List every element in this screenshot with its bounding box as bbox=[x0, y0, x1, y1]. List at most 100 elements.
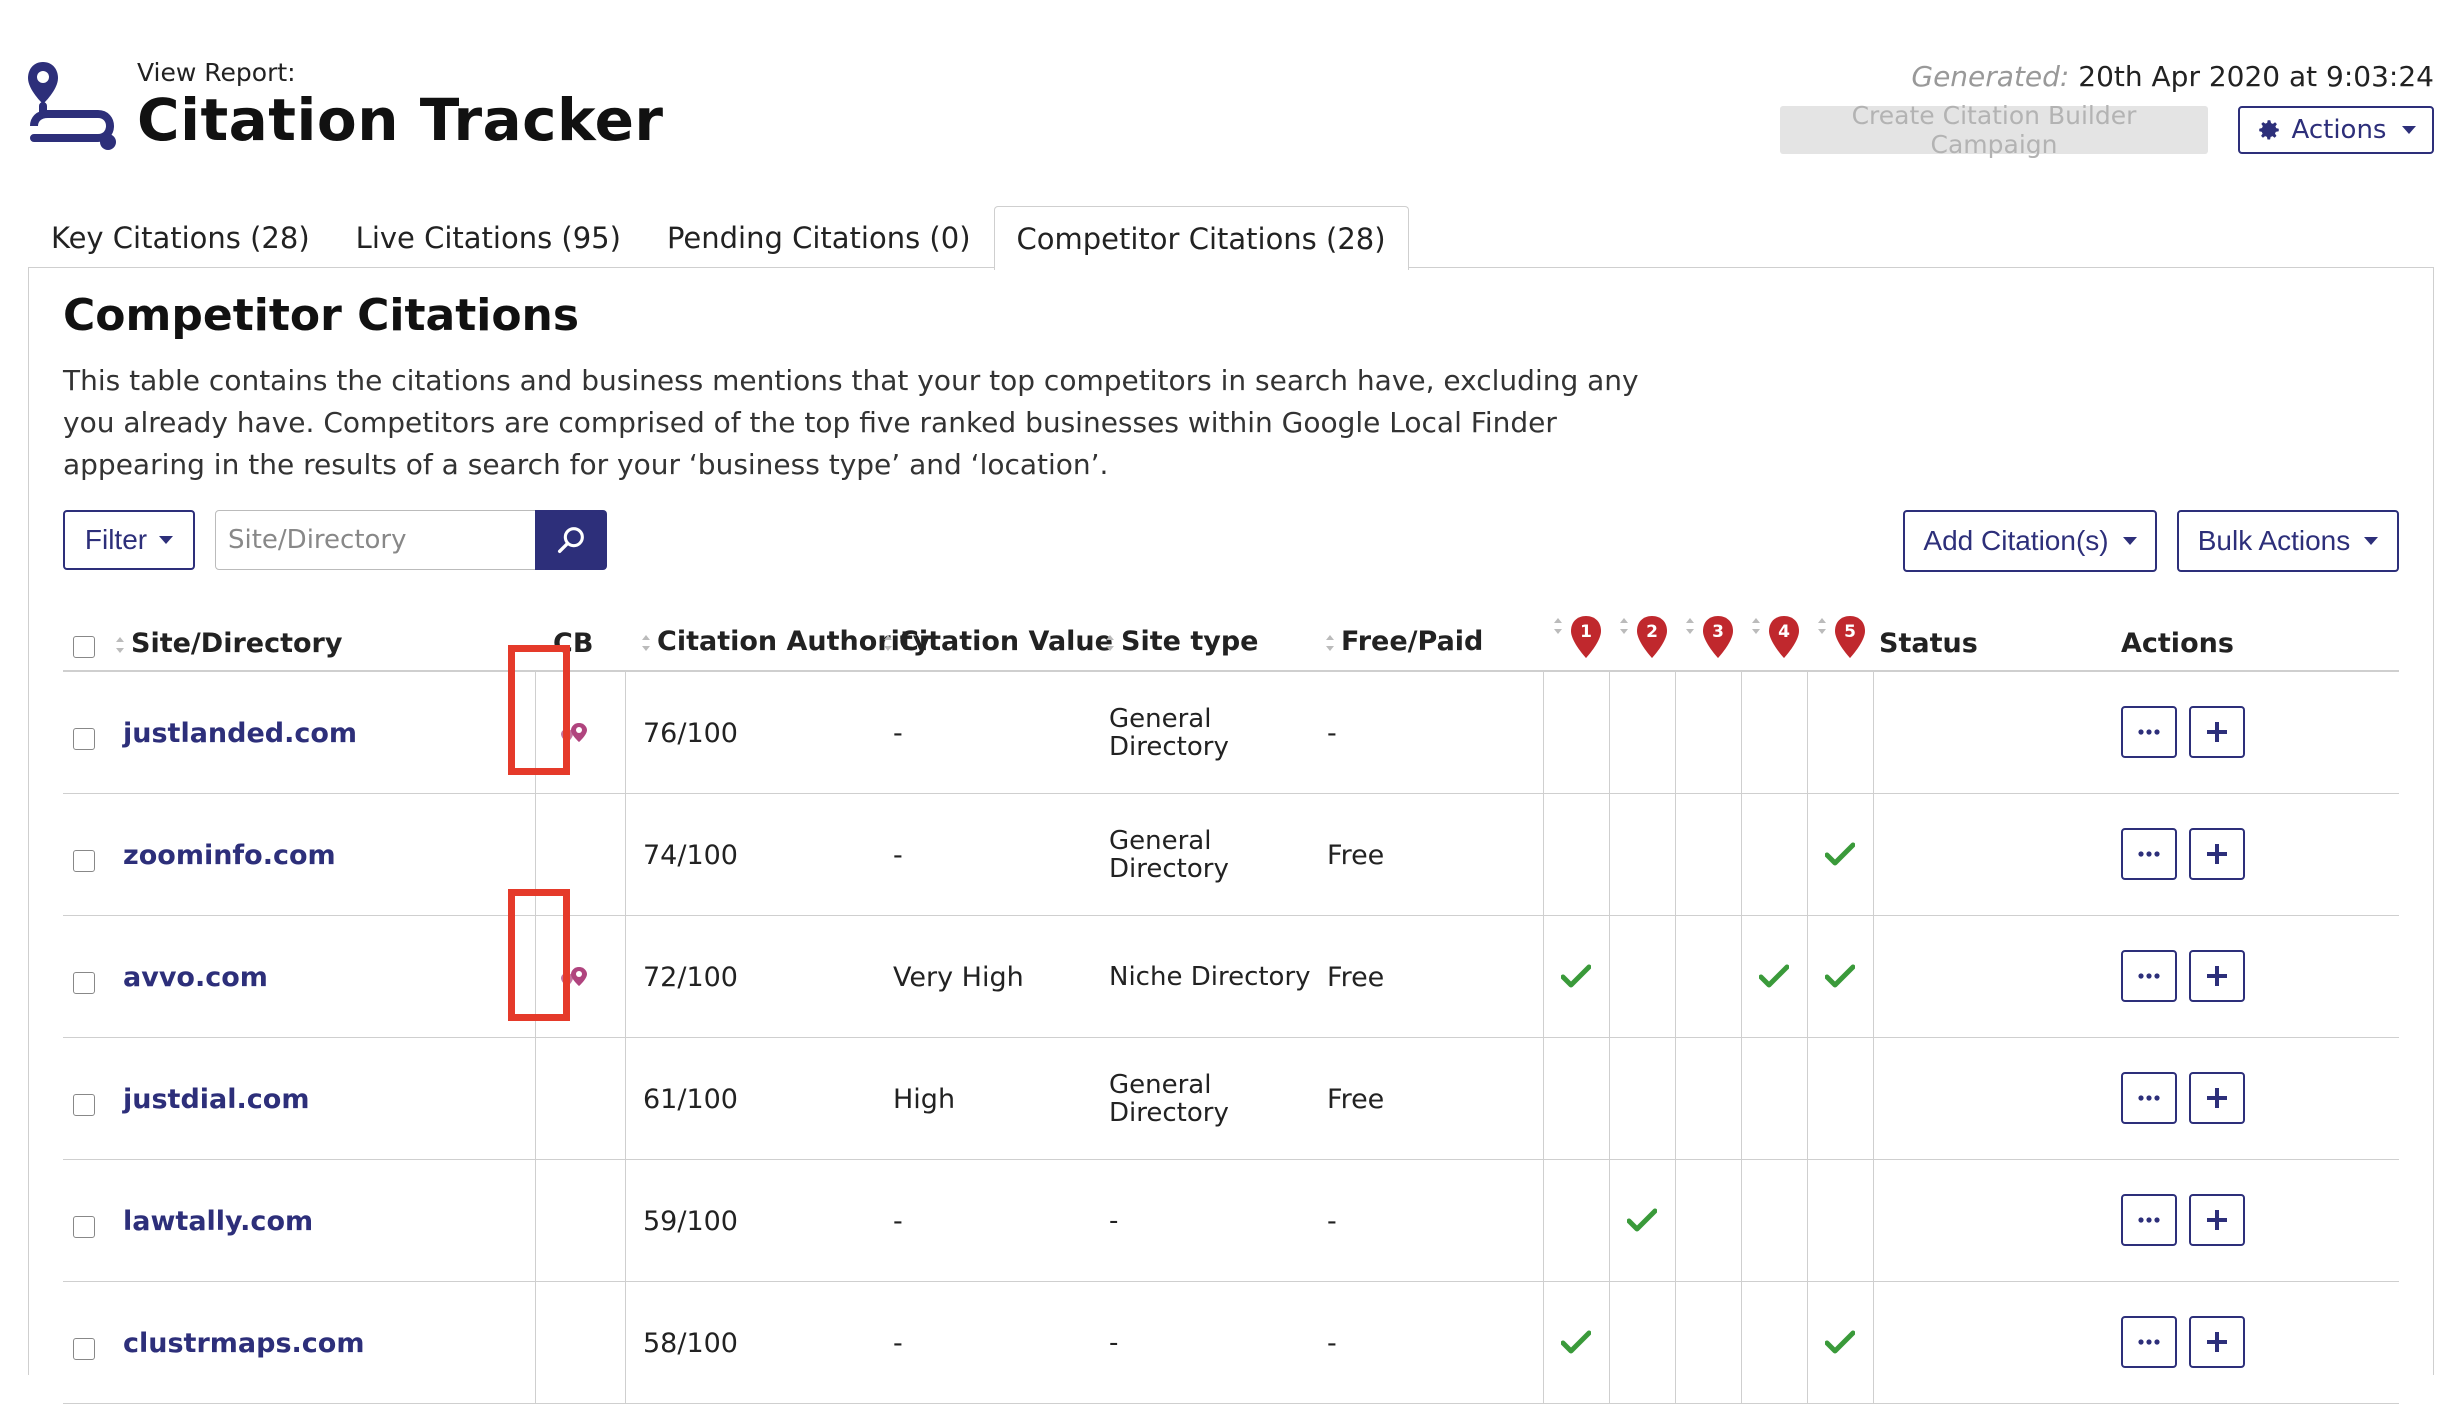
cb-cell bbox=[559, 916, 589, 1038]
sort-icon[interactable] bbox=[1817, 618, 1827, 634]
column-divider bbox=[1741, 794, 1742, 916]
site-type-line: - bbox=[1109, 1328, 1119, 1358]
tab-key-citations[interactable]: Key Citations (28) bbox=[28, 206, 333, 268]
site-link[interactable]: justlanded.com bbox=[123, 718, 357, 749]
location-pins-icon[interactable] bbox=[559, 721, 589, 745]
header-status: Status bbox=[1879, 628, 1978, 659]
column-divider bbox=[1873, 794, 1874, 916]
filter-label: Filter bbox=[84, 524, 148, 555]
value-cell: High bbox=[893, 1083, 956, 1115]
add-button[interactable] bbox=[2189, 706, 2245, 758]
checkmark-icon bbox=[1561, 964, 1591, 988]
row-checkbox[interactable] bbox=[73, 850, 95, 872]
add-citation-button[interactable]: Add Citation(s) bbox=[1903, 510, 2157, 572]
competitor-pin-5-icon: 5 bbox=[1835, 616, 1865, 658]
row-checkbox[interactable] bbox=[73, 728, 95, 750]
sort-icon[interactable] bbox=[1751, 618, 1761, 634]
filter-button[interactable]: Filter bbox=[63, 510, 195, 570]
authority-cell: 74/100 bbox=[643, 839, 738, 871]
sort-icon[interactable] bbox=[1685, 618, 1695, 634]
sort-icon[interactable] bbox=[1619, 618, 1629, 634]
tab-competitor-citations[interactable]: Competitor Citations (28) bbox=[993, 206, 1409, 270]
checkmark-icon bbox=[1825, 1330, 1855, 1354]
header-site[interactable]: Site/Directory bbox=[115, 628, 342, 659]
checkmark-icon bbox=[1825, 964, 1855, 988]
column-divider bbox=[535, 1160, 536, 1282]
more-options-button[interactable] bbox=[2121, 706, 2177, 758]
column-divider bbox=[1543, 794, 1544, 916]
generated-value: 20th Apr 2020 at 9:03:24 bbox=[2078, 60, 2434, 93]
site-link[interactable]: avvo.com bbox=[123, 962, 268, 993]
site-type-line: Directory bbox=[1109, 854, 1229, 884]
tab-pending-citations[interactable]: Pending Citations (0) bbox=[644, 206, 994, 268]
competitor-pin-1-icon: 1 bbox=[1571, 616, 1601, 658]
site-type-cell: Niche Directory bbox=[1109, 916, 1311, 1038]
header-free-paid[interactable]: Free/Paid bbox=[1325, 626, 1483, 657]
bulk-actions-button[interactable]: Bulk Actions bbox=[2177, 510, 2399, 572]
table-row: justlanded.com 76/100 - General Directory… bbox=[63, 672, 2399, 794]
column-divider bbox=[1873, 672, 1874, 794]
column-divider bbox=[1675, 794, 1676, 916]
site-cell: justlanded.com bbox=[123, 672, 357, 794]
plus-icon bbox=[2207, 1088, 2227, 1108]
actions-dropdown-button[interactable]: Actions bbox=[2238, 106, 2434, 154]
header-value[interactable]: Citation Value bbox=[883, 626, 1113, 657]
plus-icon bbox=[2207, 966, 2227, 986]
site-link[interactable]: lawtally.com bbox=[123, 1206, 313, 1237]
free-paid-cell: - bbox=[1327, 717, 1337, 749]
search-input[interactable] bbox=[215, 510, 537, 570]
plus-icon bbox=[2207, 844, 2227, 864]
add-button[interactable] bbox=[2189, 950, 2245, 1002]
site-link[interactable]: zoominfo.com bbox=[123, 840, 336, 871]
column-divider bbox=[535, 794, 536, 916]
authority-cell: 59/100 bbox=[643, 1205, 738, 1237]
ellipsis-icon bbox=[2138, 851, 2160, 857]
site-type-cell: General Directory bbox=[1109, 794, 1229, 916]
add-button[interactable] bbox=[2189, 1194, 2245, 1246]
checkmark-icon bbox=[1759, 964, 1789, 988]
column-divider bbox=[1609, 1160, 1610, 1282]
more-options-button[interactable] bbox=[2121, 1072, 2177, 1124]
more-options-button[interactable] bbox=[2121, 828, 2177, 880]
citation-tabs: Key Citations (28) Live Citations (95) P… bbox=[28, 206, 1409, 270]
header-cb: CB bbox=[553, 628, 594, 659]
select-all-checkbox[interactable] bbox=[73, 636, 95, 658]
row-checkbox[interactable] bbox=[73, 972, 95, 994]
header-site-type[interactable]: Site type bbox=[1105, 626, 1258, 657]
column-divider bbox=[1873, 1038, 1874, 1160]
row-checkbox[interactable] bbox=[73, 1094, 95, 1116]
row-checkbox[interactable] bbox=[73, 1216, 95, 1238]
checkmark-icon bbox=[1561, 1330, 1591, 1354]
more-options-button[interactable] bbox=[2121, 1194, 2177, 1246]
add-citation-label: Add Citation(s) bbox=[1923, 525, 2109, 556]
sort-icon[interactable] bbox=[1553, 618, 1563, 634]
more-options-button[interactable] bbox=[2121, 1316, 2177, 1368]
site-cell: avvo.com bbox=[123, 916, 268, 1038]
add-button[interactable] bbox=[2189, 828, 2245, 880]
column-divider bbox=[1543, 1282, 1544, 1404]
free-paid-cell: Free bbox=[1327, 839, 1385, 871]
add-button[interactable] bbox=[2189, 1316, 2245, 1368]
create-campaign-button[interactable]: Create Citation Builder Campaign bbox=[1780, 101, 2208, 159]
value-cell: - bbox=[893, 717, 903, 749]
site-link[interactable]: justdial.com bbox=[123, 1084, 309, 1115]
column-divider bbox=[1609, 1038, 1610, 1160]
site-cell: justdial.com bbox=[123, 1038, 309, 1160]
search-button[interactable] bbox=[535, 510, 607, 570]
column-divider bbox=[625, 1282, 626, 1404]
add-button[interactable] bbox=[2189, 1072, 2245, 1124]
competitor-pin-3-icon: 3 bbox=[1703, 616, 1733, 658]
competitor-pin-4-icon: 4 bbox=[1769, 616, 1799, 658]
location-pins-icon[interactable] bbox=[559, 965, 589, 989]
bulk-actions-label: Bulk Actions bbox=[2197, 525, 2351, 556]
route-pin-icon bbox=[28, 62, 116, 150]
column-divider bbox=[1609, 672, 1610, 794]
view-report-label: View Report: bbox=[137, 58, 296, 87]
svg-text:5: 5 bbox=[1844, 622, 1856, 642]
row-checkbox[interactable] bbox=[73, 1338, 95, 1360]
more-options-button[interactable] bbox=[2121, 950, 2177, 1002]
tab-live-citations[interactable]: Live Citations (95) bbox=[333, 206, 644, 268]
gear-icon bbox=[2258, 120, 2279, 140]
free-paid-cell: - bbox=[1327, 1205, 1337, 1237]
site-link[interactable]: clustrmaps.com bbox=[123, 1328, 364, 1359]
